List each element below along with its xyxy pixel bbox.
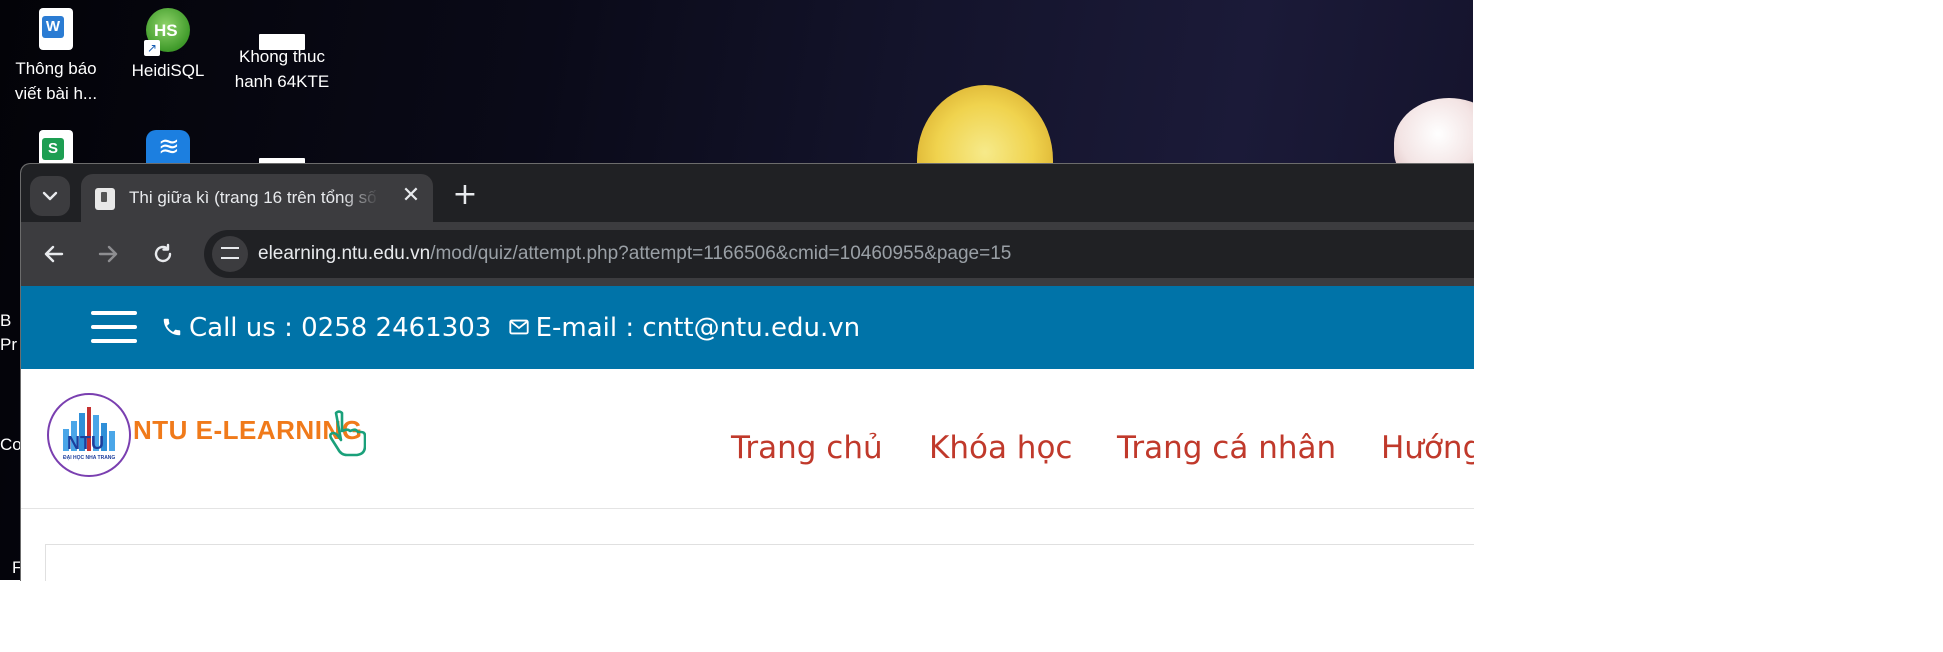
pointing-hand-icon [329,410,366,457]
back-button[interactable] [35,235,73,273]
tab-search-button[interactable] [30,176,70,216]
browser-window: Thi giữa kì (trang 16 trên tổng số ✕ + e… [20,163,1474,581]
tab-quiz[interactable]: Thi giữa kì (trang 16 trên tổng số ✕ [81,174,433,222]
ntu-emblem: NTU ĐẠI HỌC NHA TRANG [47,393,131,477]
url-host: elearning.ntu.edu.vn [258,243,431,264]
forward-button[interactable] [89,235,127,273]
heidisql-icon [144,8,190,56]
new-tab-button[interactable]: + [445,176,485,216]
site-favicon-icon [95,188,115,210]
desktop-icon-thong-bao[interactable]: Thông báo viết bài h... [6,0,106,106]
contact-info: Call us : 0258 2461303 E-mail : cntt@ntu… [161,312,860,344]
menu-item-huong-dan[interactable]: Hướng dẫn [1381,429,1474,467]
emblem-subtext: ĐẠI HỌC NHA TRANG [63,455,116,461]
arrow-left-icon [44,245,64,263]
desktop-icon-khong-thuc-hanh[interactable]: Khong thuc hanh 64KTE [232,0,332,94]
quiz-content-box [45,544,1474,581]
email-text[interactable]: E-mail : cntt@ntu.edu.vn [536,313,861,343]
menu-item-trang-ca-nhan[interactable]: Trang cá nhân [1117,429,1336,467]
site-info-icon[interactable] [212,236,248,272]
arrow-right-icon [98,245,118,263]
emblem-text: NTU [67,433,104,453]
url-text[interactable]: elearning.ntu.edu.vn/mod/quiz/attempt.ph… [258,241,1011,267]
envelope-icon [508,319,529,335]
tab-strip: Thi giữa kì (trang 16 trên tổng số ✕ + [21,164,1474,222]
tab-title: Thi giữa kì (trang 16 trên tổng số [129,188,377,207]
phone-text: Call us : 0258 2461303 [189,313,492,343]
close-tab-icon[interactable]: ✕ [397,182,425,210]
desktop-edge-label: Co [0,435,22,454]
desktop-icon-label: HeidiSQL [131,61,205,80]
word-document-icon [39,8,73,50]
menu-item-trang-chu[interactable]: Trang chủ [731,429,883,467]
address-bar[interactable]: elearning.ntu.edu.vn/mod/quiz/attempt.ph… [204,230,1474,278]
reload-icon [154,243,172,263]
menu-item-khoa-hoc[interactable]: Khóa học [929,429,1072,467]
site-topbar: Call us : 0258 2461303 E-mail : cntt@ntu… [21,286,1474,369]
desktop-icon-label: Thông báo viết bài h... [14,59,98,103]
reload-button[interactable] [144,235,182,273]
desktop-icon-label: Khong thuc hanh 64KTE [234,47,330,91]
desktop-edge-label: Pr [0,335,17,354]
phone-icon [163,318,181,336]
desktop-icon-heidisql[interactable]: HeidiSQL [118,0,218,83]
url-path: /mod/quiz/attempt.php?attempt=1166506&cm… [430,243,1012,264]
site-navbar: NTU ĐẠI HỌC NHA TRANG NTU E-LEARNING Tra… [21,369,1474,509]
chevron-down-icon [42,191,58,201]
desktop-edge-label: B [0,311,12,330]
browser-toolbar: elearning.ntu.edu.vn/mod/quiz/attempt.ph… [21,222,1474,286]
hamburger-menu-icon[interactable] [91,311,137,343]
file-thumbnail-icon [259,34,305,50]
